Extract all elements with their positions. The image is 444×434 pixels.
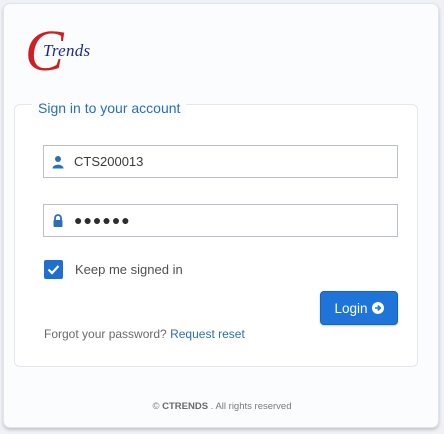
footer: © CTRENDS . All rights reserved bbox=[0, 401, 444, 412]
lock-icon bbox=[53, 214, 63, 227]
footer-text: . All rights reserved bbox=[210, 401, 292, 412]
forgot-password-row: Forgot your password? Request reset bbox=[44, 327, 245, 341]
arrow-circle-right-icon bbox=[371, 302, 384, 314]
ctrends-logo: C Trends bbox=[25, 22, 115, 80]
password-input[interactable]: ●●●●●● bbox=[74, 212, 131, 228]
request-reset-link[interactable]: Request reset bbox=[170, 327, 245, 341]
user-icon bbox=[52, 156, 64, 169]
username-field[interactable] bbox=[43, 145, 398, 178]
login-button[interactable]: Login bbox=[320, 291, 398, 325]
footer-brand: CTRENDS bbox=[162, 401, 209, 412]
keep-signed-in-checkbox[interactable] bbox=[44, 260, 63, 279]
username-input[interactable] bbox=[74, 146, 389, 177]
signin-legend: Sign in to your account bbox=[32, 98, 187, 118]
forgot-password-text: Forgot your password? bbox=[44, 327, 167, 341]
checkmark-icon bbox=[47, 265, 60, 275]
copyright-symbol: © bbox=[152, 401, 160, 412]
password-field[interactable]: ●●●●●● bbox=[43, 204, 398, 237]
login-button-label: Login bbox=[334, 300, 368, 316]
keep-signed-in-label[interactable]: Keep me signed in bbox=[75, 262, 183, 277]
logo-text: Trends bbox=[43, 41, 91, 60]
